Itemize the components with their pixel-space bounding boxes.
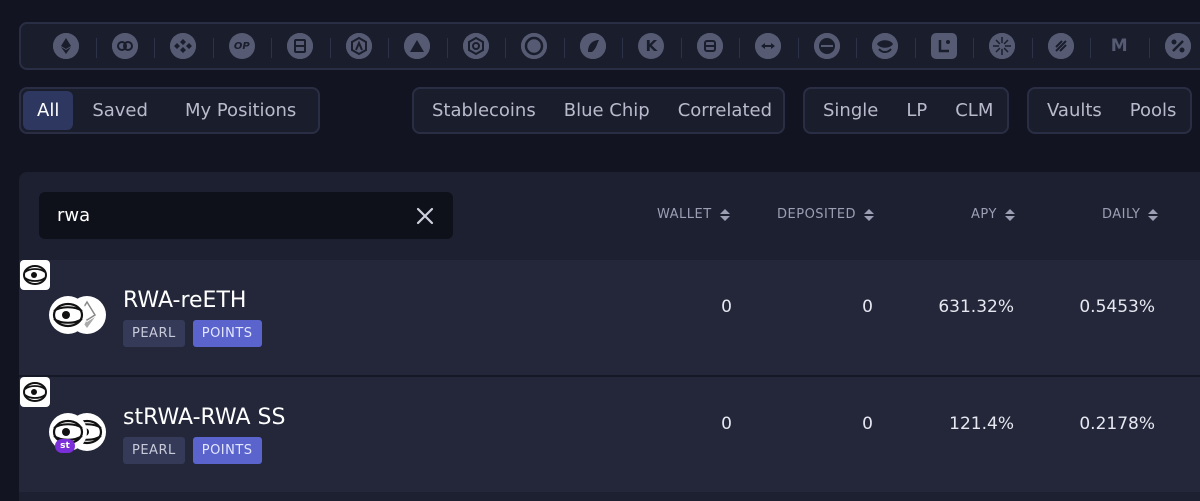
filter-my-positions-button[interactable]: My Positions bbox=[167, 91, 314, 130]
chain-base[interactable] bbox=[856, 24, 915, 68]
chain-kcc[interactable]: K bbox=[622, 24, 681, 68]
deposited-value: 0 bbox=[862, 297, 873, 317]
filter-clm-button[interactable]: CLM bbox=[941, 91, 1007, 130]
rwa-token-icon bbox=[49, 296, 87, 334]
chain-optimism[interactable] bbox=[95, 24, 155, 68]
chain-kava[interactable] bbox=[563, 24, 623, 68]
chain-scroll[interactable] bbox=[973, 24, 1032, 68]
column-header-wallet[interactable]: WALLET bbox=[657, 207, 730, 222]
filter-blue-chip-button[interactable]: Blue Chip bbox=[550, 91, 664, 130]
chain-fantom[interactable] bbox=[271, 24, 330, 68]
kcc-icon: K bbox=[638, 33, 665, 59]
mantle-label: M bbox=[1110, 36, 1128, 56]
search-box bbox=[39, 192, 453, 239]
chain-zksync[interactable] bbox=[1031, 24, 1091, 68]
apy-value: 631.32% bbox=[938, 297, 1014, 317]
vault-type-filter-group: Vaults Pools bbox=[1027, 87, 1192, 134]
column-header-daily[interactable]: DAILY bbox=[1102, 207, 1159, 222]
avalanche-icon bbox=[404, 33, 431, 59]
sort-icon bbox=[719, 208, 730, 221]
celo-icon bbox=[462, 33, 489, 59]
optimism-circle-icon bbox=[111, 33, 138, 59]
chain-linea[interactable] bbox=[914, 24, 974, 68]
sort-icon bbox=[1148, 208, 1159, 221]
linea-icon bbox=[930, 33, 957, 59]
zksync-icon bbox=[1047, 33, 1074, 59]
token-pair-icons bbox=[49, 295, 109, 335]
filter-all-button[interactable]: All bbox=[23, 91, 74, 130]
chain-ethereum[interactable] bbox=[37, 24, 96, 68]
bridge-icon bbox=[755, 33, 782, 59]
points-badge: POINTS bbox=[192, 437, 262, 464]
bnb-chain-icon bbox=[170, 33, 197, 59]
table-row[interactable]: RWA-reETH PEARL POINTS 0 0 631.32% 0.545… bbox=[19, 260, 1200, 375]
vault-tags: PEARL POINTS bbox=[123, 320, 262, 347]
column-header-deposited[interactable]: DEPOSITED bbox=[777, 207, 875, 222]
chain-mantle[interactable]: M bbox=[1090, 24, 1149, 68]
points-badge: POINTS bbox=[192, 320, 262, 347]
chain-arbitrum[interactable] bbox=[329, 24, 389, 68]
wallet-value: 0 bbox=[721, 414, 732, 434]
column-header-apy[interactable]: APY bbox=[971, 207, 1015, 222]
op-icon: OP bbox=[228, 33, 255, 59]
chain-bridge[interactable] bbox=[739, 24, 798, 68]
chain-celo[interactable] bbox=[446, 24, 506, 68]
filter-vaults-button[interactable]: Vaults bbox=[1031, 91, 1116, 130]
scroll-icon bbox=[989, 33, 1016, 59]
filter-pools-button[interactable]: Pools bbox=[1116, 91, 1191, 130]
ethereum-icon bbox=[53, 33, 80, 59]
kava-icon bbox=[579, 33, 606, 59]
chain-bnb[interactable] bbox=[154, 24, 213, 68]
vault-tags: PEARL POINTS bbox=[123, 437, 262, 464]
chain-selector: OP K M bbox=[19, 22, 1200, 70]
chain-op[interactable]: OP bbox=[212, 24, 272, 68]
chain-canto[interactable] bbox=[797, 24, 857, 68]
chain-moonbeam[interactable] bbox=[505, 24, 564, 68]
ownership-filter-group: All Saved My Positions bbox=[19, 87, 320, 134]
staked-badge: st bbox=[55, 439, 75, 453]
chain-avalanche[interactable] bbox=[388, 24, 447, 68]
asset-type-filter-group: Single LP CLM bbox=[803, 87, 1009, 134]
cronos-icon bbox=[696, 33, 723, 59]
apy-header-label: APY bbox=[971, 207, 997, 222]
platform-tag: PEARL bbox=[123, 320, 185, 347]
chain-fraxtal[interactable] bbox=[1148, 24, 1200, 68]
op-label: OP bbox=[233, 40, 250, 52]
filter-single-button[interactable]: Single bbox=[807, 91, 892, 130]
category-filter-group: Stablecoins Blue Chip Correlated bbox=[412, 87, 785, 134]
mantle-icon: M bbox=[1106, 33, 1132, 59]
platform-tag: PEARL bbox=[123, 437, 185, 464]
canto-icon bbox=[813, 33, 840, 59]
sort-icon bbox=[864, 208, 875, 221]
deposited-header-label: DEPOSITED bbox=[777, 207, 857, 222]
daily-header-label: DAILY bbox=[1102, 207, 1141, 222]
kcc-label: K bbox=[645, 37, 658, 55]
deposited-value: 0 bbox=[862, 414, 873, 434]
search-input[interactable] bbox=[57, 205, 415, 226]
table-row[interactable]: st stRWA-RWA SS PEARL POINTS 0 0 121.4% … bbox=[19, 377, 1200, 492]
fantom-icon bbox=[287, 33, 314, 59]
daily-value: 0.2178% bbox=[1079, 414, 1155, 434]
sort-icon bbox=[1004, 208, 1015, 221]
daily-value: 0.5453% bbox=[1079, 297, 1155, 317]
filter-correlated-button[interactable]: Correlated bbox=[664, 91, 786, 130]
pearl-platform-icon bbox=[20, 260, 50, 290]
wallet-header-label: WALLET bbox=[657, 207, 712, 222]
wallet-value: 0 bbox=[721, 297, 732, 317]
filter-saved-button[interactable]: Saved bbox=[73, 91, 167, 130]
arbitrum-icon bbox=[345, 33, 372, 59]
apy-value: 121.4% bbox=[949, 414, 1014, 434]
vault-name: RWA-reETH bbox=[123, 288, 247, 313]
vault-table: WALLET DEPOSITED APY DAILY RWA-reETH PEA… bbox=[19, 172, 1200, 501]
base-icon bbox=[872, 33, 899, 59]
vault-name: stRWA-RWA SS bbox=[123, 405, 286, 430]
close-icon[interactable] bbox=[415, 206, 435, 226]
filter-stablecoins-button[interactable]: Stablecoins bbox=[416, 91, 550, 130]
chain-cronos[interactable] bbox=[680, 24, 740, 68]
token-pair-icons: st bbox=[49, 412, 109, 453]
moonbeam-icon bbox=[521, 33, 548, 59]
pearl-platform-icon bbox=[20, 377, 50, 407]
filter-lp-button[interactable]: LP bbox=[892, 91, 941, 130]
fraxtal-icon bbox=[1164, 33, 1191, 59]
